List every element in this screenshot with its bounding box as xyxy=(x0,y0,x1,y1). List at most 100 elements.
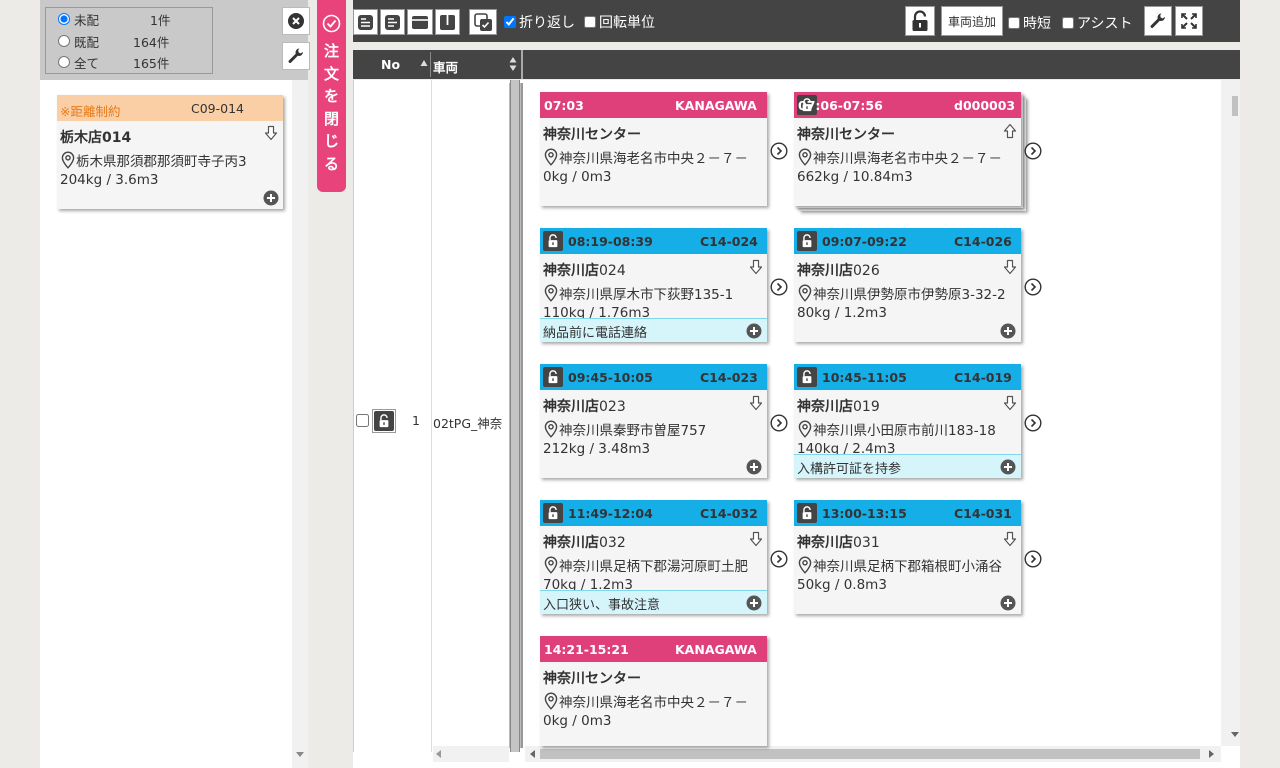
add-vehicle-button[interactable]: 車両追加 xyxy=(941,6,1003,36)
arrow-up-icon[interactable] xyxy=(1003,123,1017,139)
close-orders-button[interactable]: 注 文 を 閉 じ る xyxy=(317,0,346,192)
route-card-center[interactable]: 07:06-07:56 d000003 神奈川センター 神奈川県海老名市中央２－７… xyxy=(794,92,1021,206)
card-name: 神奈川センター xyxy=(543,671,641,687)
scroll-right-icon[interactable] xyxy=(1209,750,1215,758)
next-stop-icon[interactable] xyxy=(1024,414,1042,432)
lock-badge[interactable] xyxy=(797,367,817,387)
add-icon[interactable] xyxy=(746,323,762,339)
route-card-store[interactable]: 13:00-13:15 C14-031 神奈川店031 神奈川県足柄下郡箱根町小涌… xyxy=(794,500,1021,614)
card-name: 神奈川店031 xyxy=(797,535,880,551)
scroll-down-icon[interactable] xyxy=(296,752,304,758)
card-time: 09:07-09:22 xyxy=(822,234,907,249)
assist-checkbox-input[interactable] xyxy=(1062,17,1074,29)
layout-list-button[interactable] xyxy=(353,9,378,35)
next-stop-icon[interactable] xyxy=(770,550,788,568)
card-weight: 212kg / 3.48m3 xyxy=(543,441,651,457)
lock-badge[interactable] xyxy=(797,503,817,523)
pending-order-card[interactable]: ※距離制約 C09-014 栃木店014 栃木県那須郡那須町寺子丙3 204kg… xyxy=(57,95,283,209)
lock-all-button[interactable] xyxy=(905,6,935,36)
next-stop-icon[interactable] xyxy=(770,142,788,160)
h-scroll-thumb[interactable] xyxy=(540,749,1200,759)
next-stop-icon[interactable] xyxy=(1024,550,1042,568)
route-card-store[interactable]: 08:19-08:39 C14-024 神奈川店024 神奈川県厚木市下荻野135… xyxy=(540,228,767,342)
filter-all[interactable]: 全て 165件 xyxy=(58,53,169,71)
arrow-down-icon[interactable] xyxy=(1003,395,1017,411)
lock-badge[interactable] xyxy=(543,367,563,387)
arrow-down-icon[interactable] xyxy=(749,395,763,411)
column-divider xyxy=(431,80,432,752)
filter-assigned[interactable]: 既配 164件 xyxy=(58,32,169,50)
route-drag-handle[interactable] xyxy=(510,80,520,752)
next-stop-icon[interactable] xyxy=(1024,278,1042,296)
route-v-scrollbar[interactable] xyxy=(1221,80,1240,746)
layout-column-button[interactable] xyxy=(435,9,460,35)
scroll-left-icon[interactable] xyxy=(530,750,536,758)
next-stop-icon[interactable] xyxy=(1024,142,1042,160)
route-card-store[interactable]: 09:45-10:05 C14-023 神奈川店023 神奈川県秦野市曽屋757 … xyxy=(540,364,767,478)
add-icon[interactable] xyxy=(1000,459,1016,475)
time-shorten-checkbox[interactable]: 時短 xyxy=(1008,13,1051,33)
add-icon[interactable] xyxy=(746,595,762,611)
card-address: 神奈川県秦野市曽屋757 xyxy=(543,419,706,439)
settings-button[interactable] xyxy=(1144,6,1172,36)
column-header-vehicle[interactable]: 車両 xyxy=(433,57,458,76)
vehicle-h-scrollbar[interactable] xyxy=(433,746,509,762)
lock-badge[interactable] xyxy=(543,231,563,251)
wrap-checkbox[interactable]: 折り返し xyxy=(504,12,575,32)
arrow-down-icon[interactable] xyxy=(749,259,763,275)
arrow-down-icon[interactable] xyxy=(1003,531,1017,547)
store-name: 栃木店014 xyxy=(60,130,132,146)
close-panel-button[interactable] xyxy=(282,7,310,35)
fullscreen-button[interactable] xyxy=(1175,6,1203,36)
shorten-checkbox-input[interactable] xyxy=(1008,17,1020,29)
card-time: 13:00-13:15 xyxy=(822,506,907,521)
store-address: 栃木県那須郡那須町寺子丙3 xyxy=(60,150,247,170)
route-card-center[interactable]: 07:03 KANAGAWA 神奈川センター 神奈川県海老名市中央２－７－ 0kg… xyxy=(540,92,767,206)
rotation-checkbox-input[interactable] xyxy=(584,16,596,28)
route-card-center[interactable]: 14:21-15:21 KANAGAWA 神奈川センター 神奈川県海老名市中央２－… xyxy=(540,636,767,746)
column-header-no[interactable]: No xyxy=(381,57,400,72)
panel-settings-button[interactable] xyxy=(282,42,310,70)
copy-layout-button[interactable] xyxy=(469,9,497,35)
column-divider xyxy=(521,50,523,79)
unlock-icon xyxy=(546,506,560,520)
filter-all-radio[interactable] xyxy=(58,56,70,68)
add-icon[interactable] xyxy=(746,459,762,475)
assist-checkbox[interactable]: アシスト xyxy=(1062,13,1132,33)
arrow-down-icon[interactable] xyxy=(1003,259,1017,275)
check-circle-icon xyxy=(322,14,341,33)
filter-assigned-radio[interactable] xyxy=(58,35,70,47)
sort-both-icon[interactable] xyxy=(509,56,517,72)
filter-unassigned-radio[interactable] xyxy=(58,13,70,25)
arrow-down-icon[interactable] xyxy=(749,531,763,547)
next-stop-icon[interactable] xyxy=(770,278,788,296)
lock-badge[interactable] xyxy=(797,231,817,251)
add-icon[interactable] xyxy=(1000,323,1016,339)
compact-view-icon xyxy=(385,14,400,30)
vehicle-name[interactable]: 02tPG_神奈 xyxy=(433,413,508,432)
rotation-unit-checkbox[interactable]: 回転単位 xyxy=(584,12,655,32)
row-select-checkbox[interactable] xyxy=(356,414,369,427)
route-card-store[interactable]: 09:07-09:22 C14-026 神奈川店026 神奈川県伊勢原市伊勢原3-… xyxy=(794,228,1021,342)
scroll-left-icon[interactable] xyxy=(436,750,442,758)
wrap-checkbox-input[interactable] xyxy=(504,16,516,28)
fullscreen-icon xyxy=(1181,13,1197,29)
lock-badge[interactable] xyxy=(543,503,563,523)
scroll-down-icon[interactable] xyxy=(1231,732,1239,738)
layout-compact-button[interactable] xyxy=(380,9,405,35)
layout-card-button[interactable] xyxy=(407,9,433,35)
route-h-scrollbar[interactable] xyxy=(525,746,1221,762)
left-scrollbar[interactable] xyxy=(292,80,308,768)
next-stop-icon[interactable] xyxy=(770,414,788,432)
rotation-label: 回転単位 xyxy=(599,15,655,31)
route-card-store[interactable]: 11:49-12:04 C14-032 神奈川店032 神奈川県足柄下郡湯河原町土… xyxy=(540,500,767,614)
arrow-down-icon[interactable] xyxy=(264,125,278,141)
add-icon[interactable] xyxy=(1000,595,1016,611)
route-card-store[interactable]: 10:45-11:05 C14-019 神奈川店019 神奈川県小田原市前川183… xyxy=(794,364,1021,478)
row-lock-button[interactable] xyxy=(372,409,396,433)
location-pin-icon xyxy=(797,148,813,166)
filter-unassigned[interactable]: 未配 1件 xyxy=(58,10,170,28)
add-icon[interactable] xyxy=(263,190,279,206)
sort-asc-icon[interactable] xyxy=(420,59,428,69)
v-scroll-thumb[interactable] xyxy=(1232,96,1238,116)
